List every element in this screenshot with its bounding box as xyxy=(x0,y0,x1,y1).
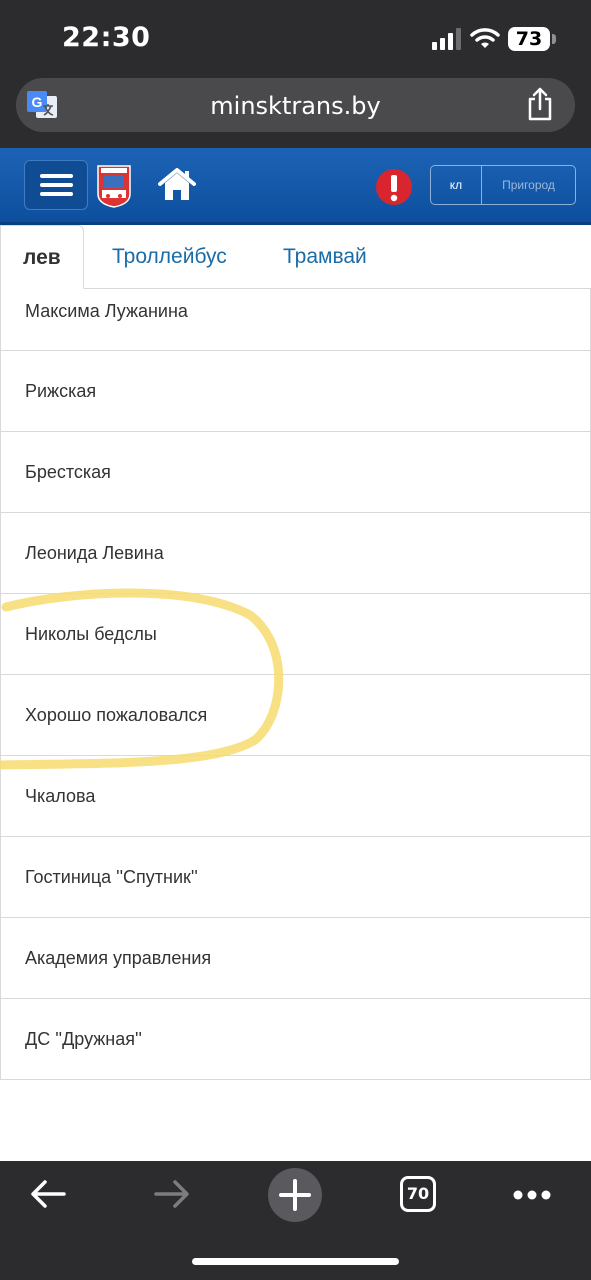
tab-trolleybus[interactable]: Троллейбус xyxy=(112,225,227,288)
stop-label: Хорошо пожаловался xyxy=(25,705,208,725)
browser-toolbar: 70 xyxy=(0,1161,591,1280)
stop-label: Леонида Левина xyxy=(25,543,164,563)
region-city-button[interactable]: кл xyxy=(431,166,482,204)
stop-label: Гостиница ''Спутник'' xyxy=(25,867,198,887)
share-icon[interactable] xyxy=(526,87,554,121)
alert-icon[interactable] xyxy=(375,168,413,206)
stop-label: Максима Лужанина xyxy=(25,301,188,321)
menu-button[interactable] xyxy=(24,160,88,210)
region-suburb-button[interactable]: Пригород xyxy=(482,166,575,204)
status-time: 22:30 xyxy=(62,22,151,53)
list-item[interactable]: Николы бедслы xyxy=(1,594,590,675)
stop-label: ДС ''Дружная'' xyxy=(25,1029,142,1049)
tabs-count-button[interactable]: 70 xyxy=(400,1176,436,1212)
home-indicator xyxy=(192,1258,399,1265)
tab-bus[interactable]: лев xyxy=(0,225,84,289)
menu-bar xyxy=(40,183,73,187)
tab-tram[interactable]: Трамвай xyxy=(283,225,367,288)
status-bar: 22:30 73 xyxy=(0,0,591,76)
forward-icon[interactable] xyxy=(154,1179,190,1209)
new-tab-button[interactable] xyxy=(268,1168,322,1222)
list-item[interactable]: Брестская xyxy=(1,432,590,513)
address-area: G minsktrans.by xyxy=(0,76,591,148)
wifi-icon xyxy=(470,28,500,48)
stop-list: Максима Лужанина Рижская Брестская Леони… xyxy=(0,288,591,1080)
stop-label: Рижская xyxy=(25,381,97,401)
plus-icon xyxy=(279,1179,311,1211)
site-header: кл Пригород xyxy=(0,148,591,225)
list-item[interactable]: Гостиница ''Спутник'' xyxy=(1,837,590,918)
battery-icon: 73 xyxy=(508,27,550,51)
home-icon[interactable] xyxy=(158,167,196,201)
signal-icon xyxy=(432,28,461,50)
menu-bar xyxy=(40,174,73,178)
transport-tabs: лев Троллейбус Трамвай xyxy=(0,225,591,289)
list-item[interactable]: Хорошо пожаловался xyxy=(1,675,590,756)
stop-label: Николы бедслы xyxy=(25,624,157,644)
more-icon[interactable] xyxy=(512,1189,552,1201)
list-item[interactable]: Чкалова xyxy=(1,756,590,837)
address-bar[interactable]: G minsktrans.by xyxy=(16,78,575,132)
back-icon[interactable] xyxy=(30,1179,66,1209)
list-item[interactable]: Леонида Левина xyxy=(1,513,590,594)
stop-label: Чкалова xyxy=(25,786,96,806)
minsktrans-logo[interactable] xyxy=(96,162,132,208)
stop-label: Брестская xyxy=(25,462,111,482)
battery-tip xyxy=(552,34,556,44)
url-text[interactable]: minsktrans.by xyxy=(16,92,575,120)
list-item[interactable]: Максима Лужанина xyxy=(1,288,590,351)
region-switch: кл Пригород xyxy=(430,165,576,205)
list-item[interactable]: Рижская xyxy=(1,351,590,432)
menu-bar xyxy=(40,192,73,196)
list-item[interactable]: Академия управления xyxy=(1,918,590,999)
list-item[interactable]: ДС ''Дружная'' xyxy=(1,999,590,1080)
stop-label: Академия управления xyxy=(25,948,212,968)
